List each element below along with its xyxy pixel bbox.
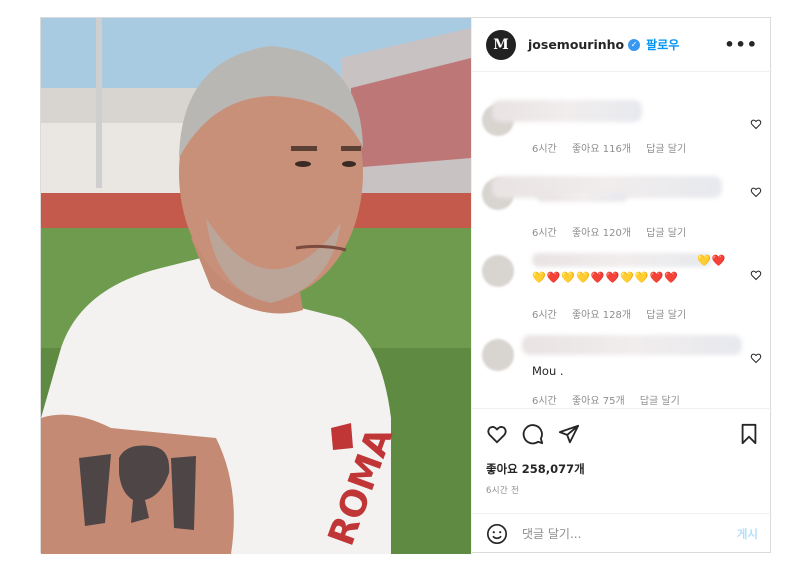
- comment-likes[interactable]: 좋아요 116개: [572, 144, 631, 155]
- post-comment-button[interactable]: 게시: [737, 526, 758, 542]
- comment-item: 6시간 좋아요 116개 답글 달기: [482, 88, 762, 158]
- comment-text: Mou .: [532, 364, 564, 378]
- commenter-avatar[interactable]: [482, 339, 514, 371]
- follow-button[interactable]: 팔로우: [646, 36, 679, 53]
- save-bookmark-icon[interactable]: [738, 423, 760, 445]
- post-like-count[interactable]: 좋아요 258,077개: [486, 461, 585, 477]
- comment-like-heart-icon[interactable]: [750, 269, 762, 281]
- comment-item: Mou . 6시간 좋아요 75개 답글 달기: [482, 335, 762, 410]
- post-timestamp[interactable]: 6시간 전: [486, 484, 519, 496]
- like-heart-icon[interactable]: [486, 423, 508, 445]
- comment-time: 6시간: [532, 144, 557, 155]
- comment-meta: 6시간 좋아요 128개 답글 달기: [532, 306, 698, 321]
- verified-badge-icon: ✓: [628, 38, 641, 51]
- comment-time: 6시간: [532, 228, 557, 239]
- comment-time: 6시간: [532, 310, 557, 321]
- comment-bubble-icon[interactable]: [522, 423, 544, 445]
- comment-text-blurred: [537, 192, 627, 202]
- comment-likes[interactable]: 좋아요 75개: [572, 396, 625, 407]
- comment-input[interactable]: [522, 527, 712, 541]
- comment-like-heart-icon[interactable]: [750, 118, 762, 130]
- comment-like-heart-icon[interactable]: [750, 352, 762, 364]
- reply-button[interactable]: 답글 달기: [646, 144, 686, 155]
- emoji-smiley-icon[interactable]: [486, 523, 508, 545]
- add-comment-bar: 게시: [472, 513, 772, 554]
- comment-emojis: 💛❤️💛💛❤️❤️💛💛❤️❤️: [532, 271, 679, 284]
- post-header: M josemourinho ✓ 팔로우 •••: [472, 18, 772, 72]
- comment-likes[interactable]: 좋아요 128개: [572, 310, 631, 321]
- share-paper-plane-icon[interactable]: [558, 423, 580, 445]
- comment-like-heart-icon[interactable]: [750, 186, 762, 198]
- account-username[interactable]: josemourinho: [528, 37, 624, 52]
- comment-text-blurred: [522, 335, 742, 355]
- post-dialog: ROMA M josemourinho ✓ 팔로우 ••• 6시간 좋아요 11…: [40, 17, 772, 554]
- post-side-panel: M josemourinho ✓ 팔로우 ••• 6시간 좋아요 116개 답글…: [471, 18, 772, 554]
- post-photo[interactable]: ROMA: [41, 18, 471, 554]
- comment-text-blurred: [492, 100, 642, 122]
- comment-time: 6시간: [532, 396, 557, 407]
- reply-button[interactable]: 답글 달기: [646, 228, 686, 239]
- comment-likes[interactable]: 좋아요 120개: [572, 228, 631, 239]
- comments-list[interactable]: 6시간 좋아요 116개 답글 달기 6시간 좋아요 120개 답글 달기 💛❤…: [472, 73, 772, 409]
- account-avatar[interactable]: M: [486, 29, 516, 60]
- comment-item: 6시간 좋아요 120개 답글 달기: [482, 168, 762, 239]
- comment-item: 💛❤️ 💛❤️💛💛❤️❤️💛💛❤️❤️ 6시간 좋아요 128개 답글 달기: [482, 251, 762, 326]
- comment-meta: 6시간 좋아요 120개 답글 달기: [532, 224, 698, 239]
- comment-meta: 6시간 좋아요 116개 답글 달기: [532, 140, 698, 155]
- comment-emoji-tail: 💛❤️: [697, 254, 727, 267]
- commenter-avatar[interactable]: [482, 255, 514, 287]
- reply-button[interactable]: 답글 달기: [646, 310, 686, 321]
- comment-meta: 6시간 좋아요 75개 답글 달기: [532, 392, 692, 407]
- more-options-icon[interactable]: •••: [724, 35, 758, 54]
- reply-button[interactable]: 답글 달기: [640, 396, 680, 407]
- post-actions: 좋아요 258,077개 6시간 전: [472, 408, 772, 498]
- comment-text-blurred: [532, 253, 712, 267]
- post-photo-image: ROMA: [41, 18, 471, 554]
